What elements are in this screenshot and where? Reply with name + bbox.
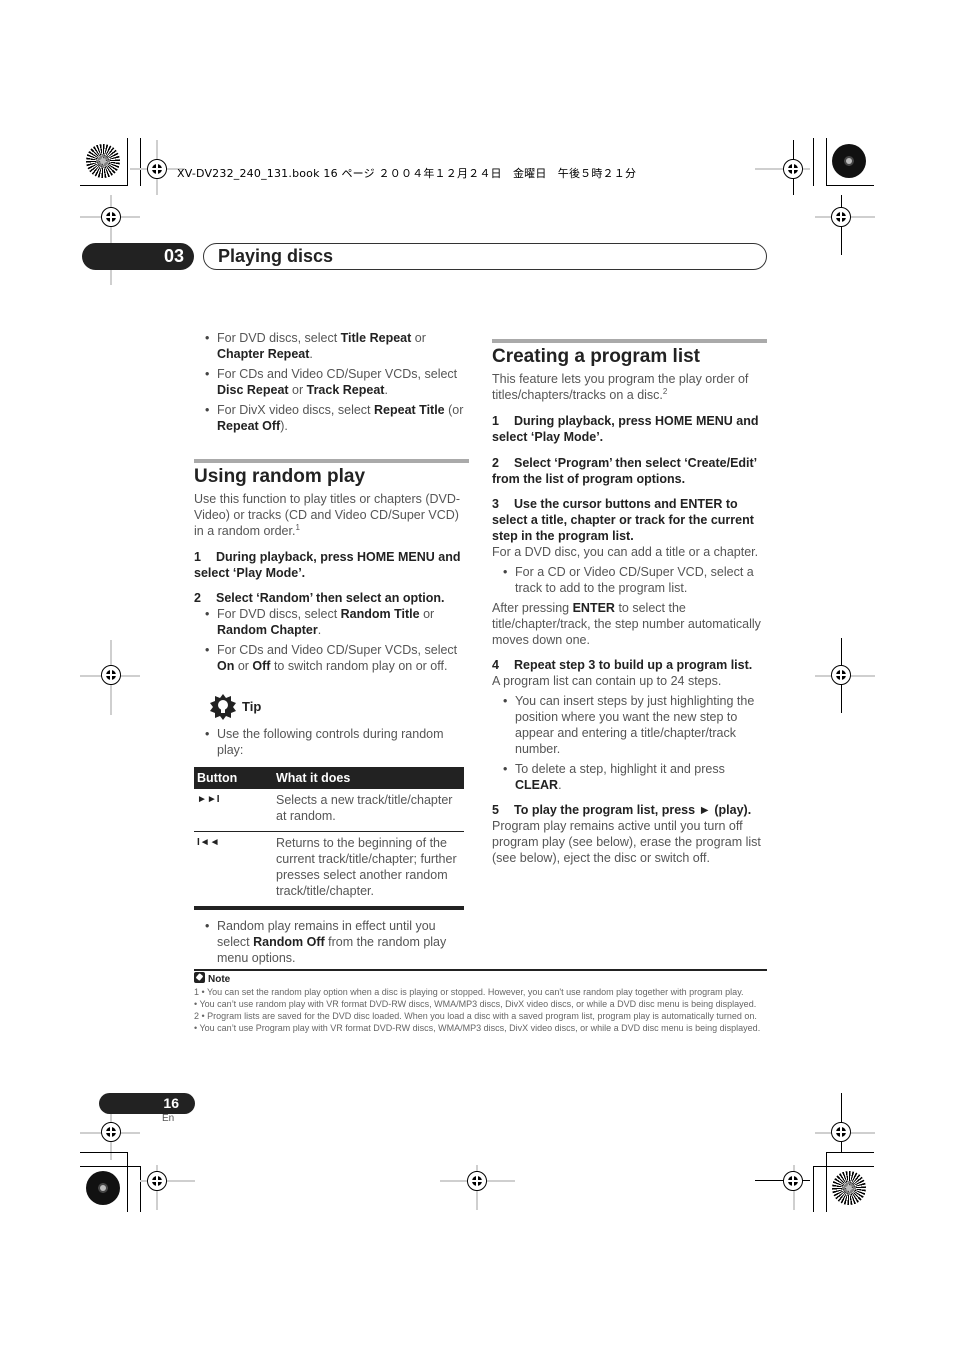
list-item: For DVD discs, select Title Repeat or Ch… bbox=[194, 330, 469, 362]
step-2: 2 Select ‘Program’ then select ‘Create/Ed… bbox=[492, 456, 757, 486]
registration-disc-icon bbox=[832, 144, 866, 178]
step-4: 4 Repeat step 3 to build up a program lis… bbox=[492, 658, 753, 672]
step-3-after: After pressing ENTER to select the title… bbox=[492, 601, 761, 647]
footnote-ref: 1 bbox=[295, 522, 300, 532]
next-track-icon: ►►I bbox=[194, 789, 273, 832]
registration-mark-icon bbox=[783, 159, 803, 179]
note-line: 2 • Program lists are saved for the DVD … bbox=[194, 1011, 757, 1021]
previous-track-icon: I◄◄ bbox=[194, 831, 273, 910]
note-line: 1 • You can set the random play option w… bbox=[194, 987, 744, 997]
chapter-number: 03 bbox=[82, 243, 194, 270]
registration-disc-icon bbox=[86, 144, 120, 178]
step-1: 1 During playback, press HOME MENU and se… bbox=[492, 414, 759, 444]
list-item: For CDs and Video CD/Super VCDs, select … bbox=[194, 366, 469, 398]
step-5: 5 To play the program list, press ► (play… bbox=[492, 803, 752, 817]
note-line: • You can’t use random play with VR form… bbox=[194, 999, 757, 1009]
notes-heading: Note bbox=[194, 972, 767, 986]
tip-item: Use the following controls during random… bbox=[194, 726, 469, 758]
list-item: You can insert steps by just highlightin… bbox=[492, 693, 767, 757]
table-header: Button What it does bbox=[194, 767, 464, 789]
print-metadata: XV-DV232_240_131.book 16 ページ ２００４年１２月２４日… bbox=[177, 167, 637, 180]
section-title-program-list: Creating a program list bbox=[492, 346, 700, 367]
column-header: What it does bbox=[273, 767, 464, 789]
section-title-random-play: Using random play bbox=[194, 466, 366, 487]
table-row: ►►I Selects a new track/title/chapter at… bbox=[194, 789, 464, 832]
column-header: Button bbox=[194, 767, 273, 789]
section-intro: This feature lets you program the play o… bbox=[492, 372, 749, 402]
list-item: For DivX video discs, select Repeat Titl… bbox=[194, 402, 469, 434]
note-pencil-icon bbox=[194, 972, 205, 983]
section-intro: Use this function to play titles or chap… bbox=[194, 492, 461, 538]
tip-heading: Tip bbox=[194, 694, 469, 720]
right-column: Creating a program list This feature let… bbox=[492, 339, 767, 866]
random-controls-table: Button What it does ►►I Selects a new tr… bbox=[194, 767, 464, 910]
registration-mark-icon bbox=[147, 159, 167, 179]
notes-divider bbox=[194, 969, 767, 971]
registration-mark-icon bbox=[101, 665, 121, 685]
note-line: • You can’t use Program play with VR for… bbox=[194, 1023, 761, 1033]
list-item: For a CD or Video CD/Super VCD, select a… bbox=[492, 564, 767, 596]
step-4-body: A program list can contain up to 24 step… bbox=[492, 674, 722, 688]
registration-mark-icon bbox=[467, 1171, 487, 1191]
chapter-title: Playing discs bbox=[203, 243, 767, 270]
table-cell: Selects a new track/title/chapter at ran… bbox=[273, 789, 464, 832]
list-item: For CDs and Video CD/Super VCDs, select … bbox=[194, 642, 469, 674]
page-number: 16 bbox=[99, 1093, 195, 1114]
list-item: Random play remains in effect until you … bbox=[194, 918, 469, 966]
step-5-body: Program play remains active until you tu… bbox=[492, 819, 761, 865]
section-divider bbox=[194, 459, 469, 463]
registration-mark-icon bbox=[147, 1171, 167, 1191]
left-column: For DVD discs, select Title Repeat or Ch… bbox=[194, 330, 469, 970]
table-cell: Returns to the beginning of the current … bbox=[273, 831, 464, 910]
registration-mark-icon bbox=[101, 1122, 121, 1142]
registration-mark-icon bbox=[831, 1122, 851, 1142]
registration-disc-icon bbox=[832, 1171, 866, 1205]
registration-mark-icon bbox=[101, 207, 121, 227]
list-item: For DVD discs, select Random Title or Ra… bbox=[194, 606, 469, 638]
registration-disc-icon bbox=[86, 1171, 120, 1205]
list-item: To delete a step, highlight it and press… bbox=[492, 761, 767, 793]
table-row: I◄◄ Returns to the beginning of the curr… bbox=[194, 831, 464, 910]
page-language: En bbox=[162, 1113, 175, 1124]
section-divider bbox=[492, 339, 767, 343]
step-3-body: For a DVD disc, you can add a title or a… bbox=[492, 545, 759, 559]
notes-section: Note 1 • You can set the random play opt… bbox=[194, 972, 767, 1034]
step-3: 3 Use the cursor buttons and ENTER to sel… bbox=[492, 497, 754, 543]
registration-mark-icon bbox=[831, 665, 851, 685]
step-2: 2 Select ‘Random’ then select an option. bbox=[194, 591, 445, 605]
repeat-options-list: For DVD discs, select Title Repeat or Ch… bbox=[194, 330, 469, 434]
footnote-ref: 2 bbox=[662, 386, 668, 396]
step-1: 1 During playback, press HOME MENU and se… bbox=[194, 550, 461, 580]
lightbulb-icon bbox=[210, 694, 236, 720]
registration-mark-icon bbox=[783, 1171, 803, 1191]
registration-mark-icon bbox=[831, 207, 851, 227]
